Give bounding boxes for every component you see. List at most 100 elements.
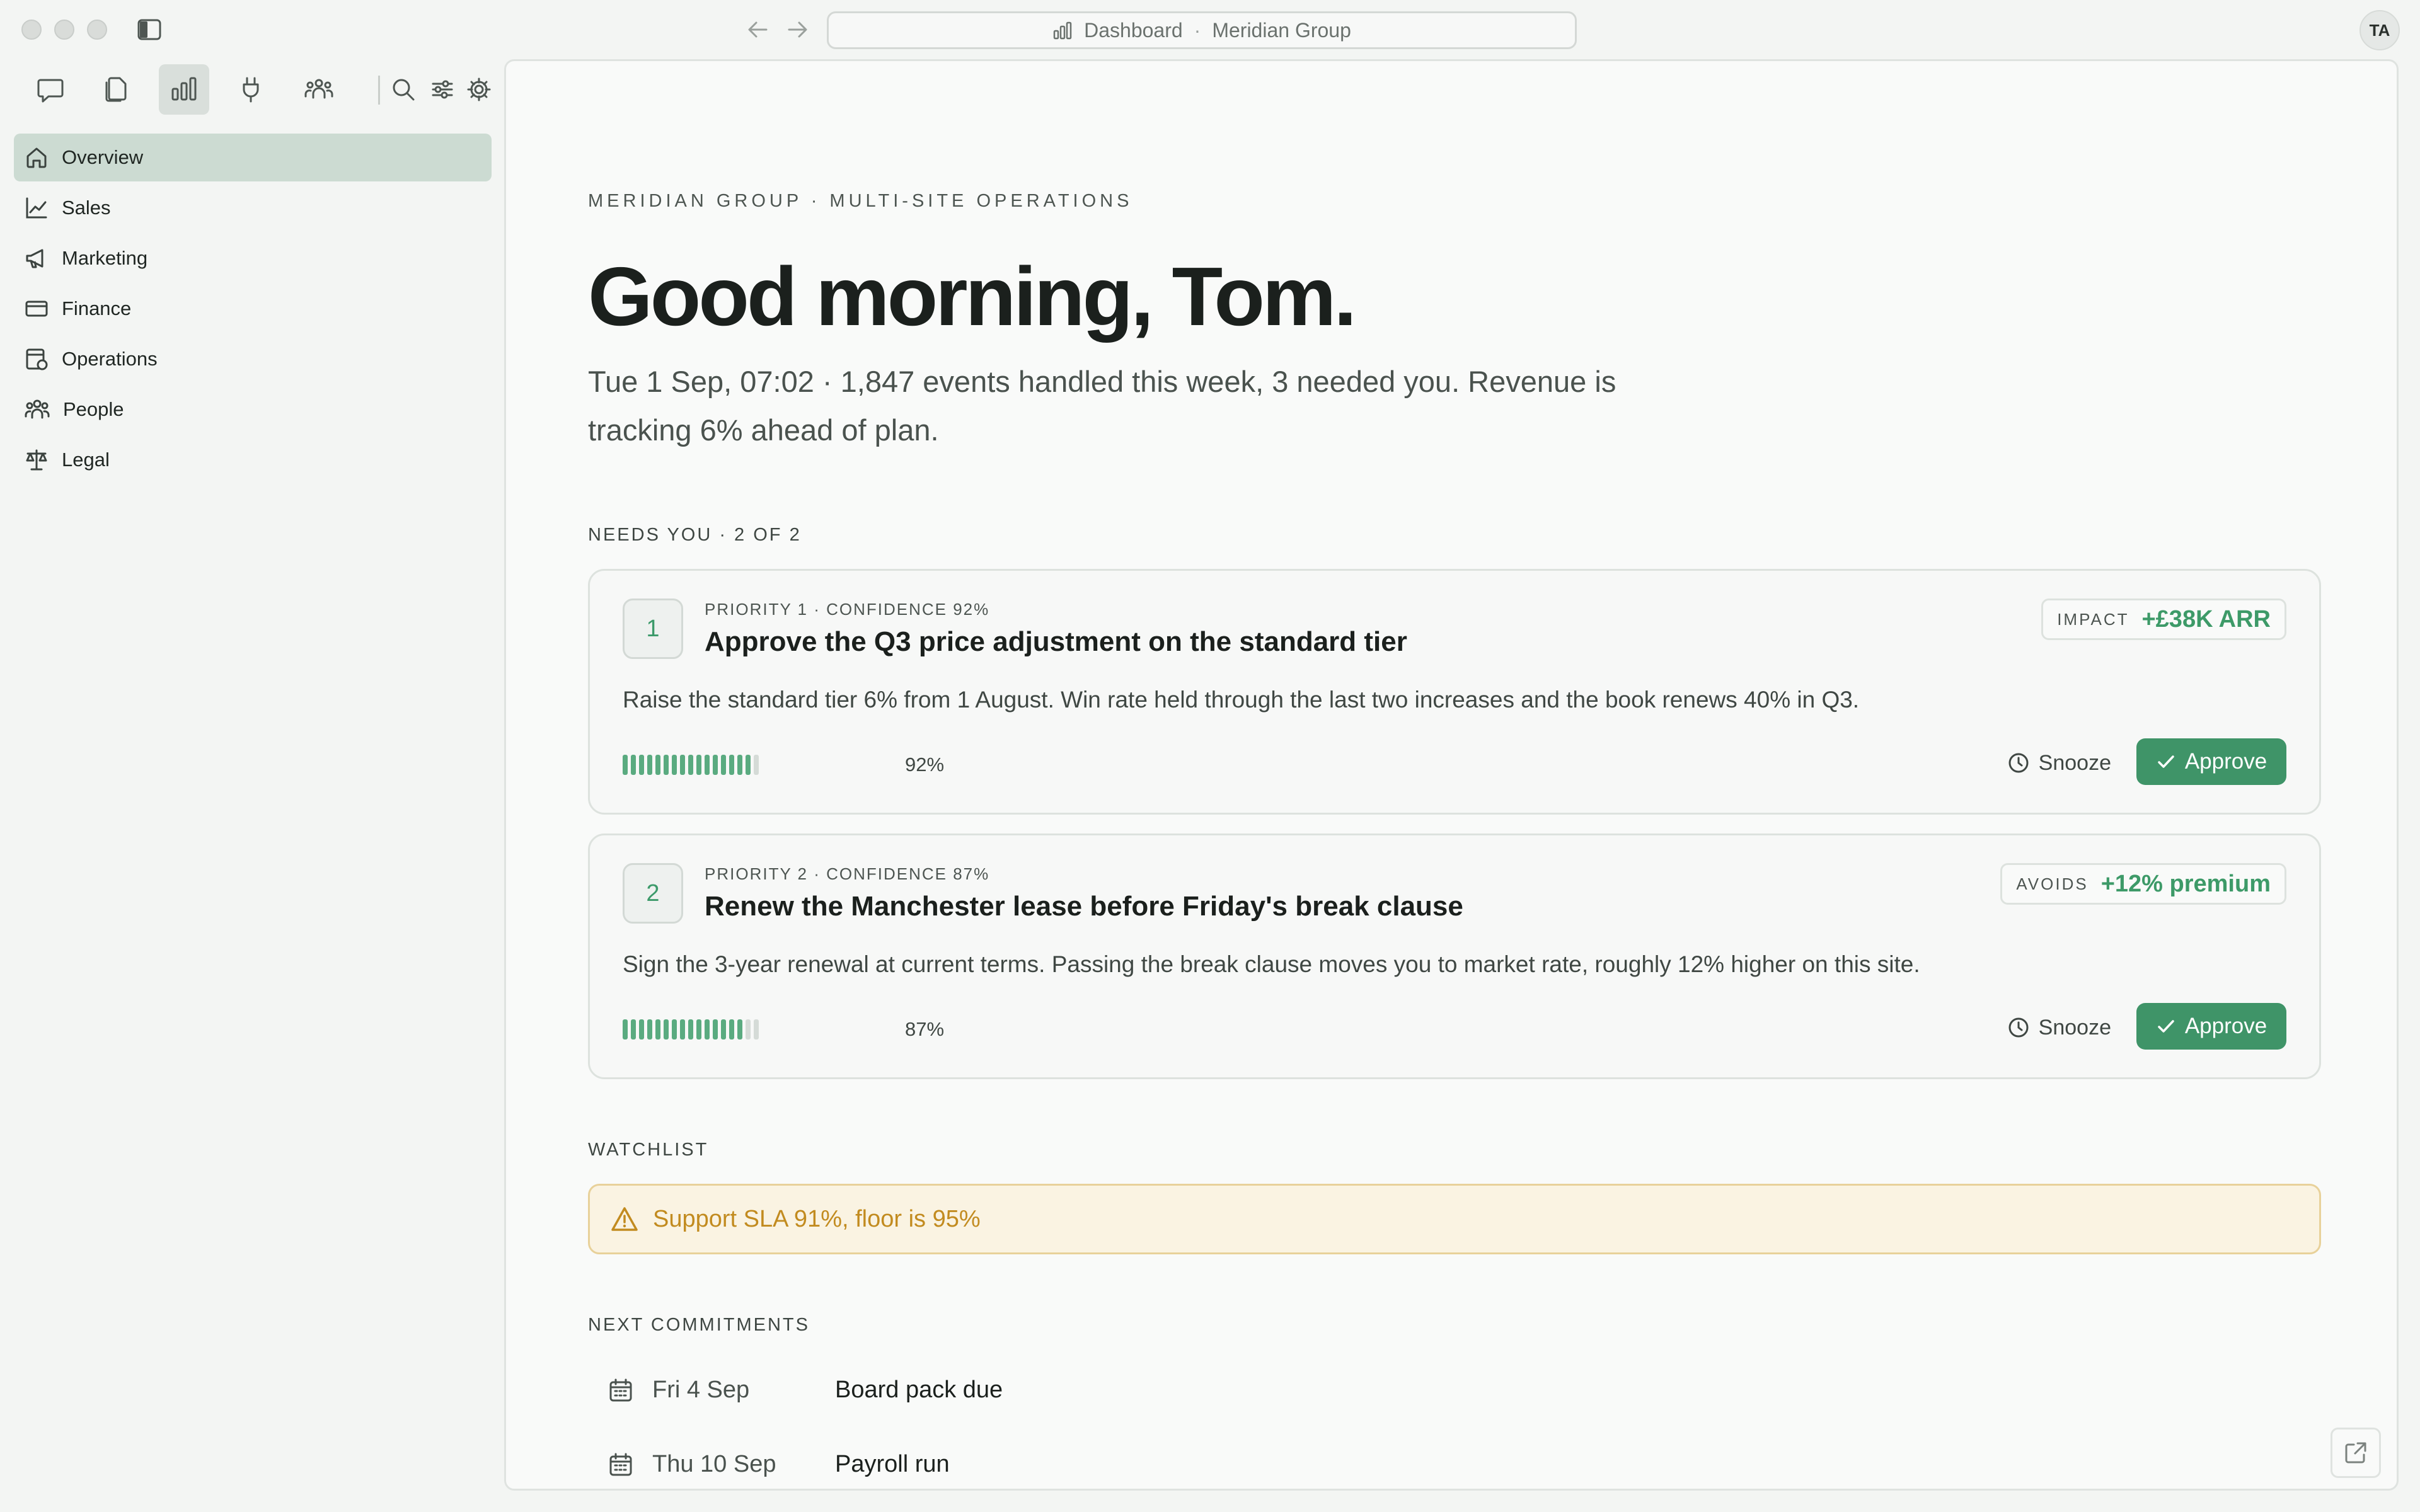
popout-button[interactable] — [2331, 1428, 2381, 1478]
trend-icon — [26, 197, 47, 219]
page-eyebrow: MERIDIAN GROUP · MULTI-SITE OPERATIONS — [588, 191, 1133, 211]
sidebar-nav: Overview Sales Marketing Finance Operati… — [14, 134, 492, 486]
check-icon — [2158, 1020, 2174, 1033]
confidence-segment — [639, 1019, 644, 1040]
address-org: Meridian Group — [1212, 18, 1351, 42]
priority-rank: 1 — [623, 598, 683, 659]
zoom-window-button[interactable] — [87, 20, 107, 40]
commitments-label: NEXT COMMITMENTS — [588, 1315, 810, 1335]
impact-label: IMPACT — [2057, 609, 2129, 629]
minimize-window-button[interactable] — [54, 20, 74, 40]
card-title: Approve the Q3 price adjustment on the s… — [705, 626, 1407, 657]
confidence-bar — [623, 1019, 759, 1040]
sidebar-toggle-icon[interactable] — [137, 19, 161, 40]
card-meta: PRIORITY 2 · CONFIDENCE 87% — [705, 864, 990, 883]
confidence-segment — [664, 1019, 669, 1040]
card-description: Raise the standard tier 6% from 1 August… — [623, 687, 1860, 713]
commitment-row[interactable]: Fri 4 Sep Board pack due — [608, 1377, 1003, 1404]
home-icon — [26, 147, 47, 168]
confidence-segment — [729, 1019, 734, 1040]
confidence-segment — [647, 755, 652, 775]
address-bar[interactable]: Dashboard · Meridian Group — [827, 11, 1577, 49]
confidence-segment — [664, 755, 669, 775]
scales-icon — [26, 449, 47, 471]
close-window-button[interactable] — [21, 20, 42, 40]
sidebar-item-label: Operations — [62, 348, 158, 370]
operations-icon — [26, 348, 48, 370]
confidence-segment — [696, 1019, 701, 1040]
external-link-icon — [2345, 1442, 2366, 1463]
snooze-button[interactable]: Snooze — [2007, 1004, 2111, 1051]
confidence-segment — [737, 1019, 742, 1040]
confidence-segment — [688, 1019, 693, 1040]
calendar-icon — [609, 1378, 632, 1401]
snooze-label: Snooze — [2038, 750, 2111, 775]
confidence-segment — [721, 1019, 726, 1040]
sidebar-item-legal[interactable]: Legal — [14, 436, 492, 484]
chart-icon — [1052, 21, 1073, 40]
confidence-segment — [746, 755, 751, 775]
confidence-segment — [754, 1019, 759, 1040]
gear-icon[interactable] — [454, 64, 504, 115]
back-arrow-icon[interactable] — [746, 19, 769, 40]
sidebar-item-label: Marketing — [62, 247, 148, 269]
sidebar-item-operations[interactable]: Operations — [14, 335, 492, 383]
confidence-segment — [737, 755, 742, 775]
approve-label: Approve — [2184, 1014, 2267, 1038]
decision-card-1: 1 PRIORITY 1 · CONFIDENCE 92% Approve th… — [588, 569, 2321, 815]
confidence-segment — [705, 755, 710, 775]
team-icon[interactable] — [294, 64, 344, 115]
confidence-segment — [631, 755, 636, 775]
card-meta: PRIORITY 1 · CONFIDENCE 92% — [705, 600, 990, 619]
confidence-segment — [713, 1019, 718, 1040]
address-separator: · — [1194, 18, 1201, 42]
avatar[interactable]: TA — [2360, 10, 2400, 50]
confidence-segment — [754, 755, 759, 775]
chat-icon[interactable] — [25, 64, 76, 115]
sidebar: Overview Sales Marketing Finance Operati… — [0, 59, 504, 1512]
confidence-segment — [721, 755, 726, 775]
chart-icon[interactable] — [159, 64, 209, 115]
confidence-segment — [623, 1019, 628, 1040]
watchlist-text: Support SLA 91%, floor is 95% — [653, 1205, 981, 1232]
confidence-segment — [729, 755, 734, 775]
confidence-segment — [696, 755, 701, 775]
confidence-segment — [746, 1019, 751, 1040]
confidence-segment — [631, 1019, 636, 1040]
commitment-title: Board pack due — [835, 1377, 1003, 1403]
watchlist-alert[interactable]: Support SLA 91%, floor is 95% — [588, 1184, 2321, 1254]
confidence-segment — [623, 755, 628, 775]
sidebar-toolbar — [0, 59, 504, 122]
confidence-segment — [655, 755, 660, 775]
impact-label: AVOIDS — [2016, 874, 2089, 893]
snooze-button[interactable]: Snooze — [2007, 740, 2111, 786]
sidebar-item-label: Finance — [62, 297, 132, 319]
sidebar-item-people[interactable]: People — [14, 386, 492, 433]
approve-button[interactable]: Approve — [2136, 1003, 2286, 1050]
plug-icon[interactable] — [226, 64, 276, 115]
confidence-segment — [672, 1019, 677, 1040]
sidebar-item-label: Overview — [62, 146, 144, 168]
commitment-row[interactable]: Thu 10 Sep Payroll run — [608, 1451, 950, 1478]
sidebar-item-marketing[interactable]: Marketing — [14, 234, 492, 282]
confidence-bar — [623, 755, 759, 775]
impact-badge: IMPACT +£38K ARR — [2041, 598, 2286, 640]
sidebar-item-sales[interactable]: Sales — [14, 184, 492, 232]
card-description: Sign the 3-year renewal at current terms… — [623, 951, 1920, 977]
forward-arrow-icon[interactable] — [786, 19, 809, 40]
confidence-segment — [688, 755, 693, 775]
title-bar: Dashboard · Meridian Group TA — [0, 0, 2420, 59]
page-title: Good morning, Tom. — [588, 250, 1357, 343]
main-panel: MERIDIAN GROUP · MULTI-SITE OPERATIONS G… — [504, 59, 2399, 1491]
card-title: Renew the Manchester lease before Friday… — [705, 891, 1463, 922]
commitment-date: Fri 4 Sep — [652, 1377, 750, 1403]
approve-button[interactable]: Approve — [2136, 738, 2286, 785]
sidebar-item-overview[interactable]: Overview — [14, 134, 492, 181]
documents-icon[interactable] — [91, 64, 141, 115]
confidence-segment — [705, 1019, 710, 1040]
needs-you-label: NEEDS YOU · 2 OF 2 — [588, 525, 802, 545]
watchlist-label: WATCHLIST — [588, 1140, 709, 1160]
warning-icon — [611, 1207, 638, 1231]
megaphone-icon — [26, 249, 43, 268]
sidebar-item-finance[interactable]: Finance — [14, 285, 492, 333]
